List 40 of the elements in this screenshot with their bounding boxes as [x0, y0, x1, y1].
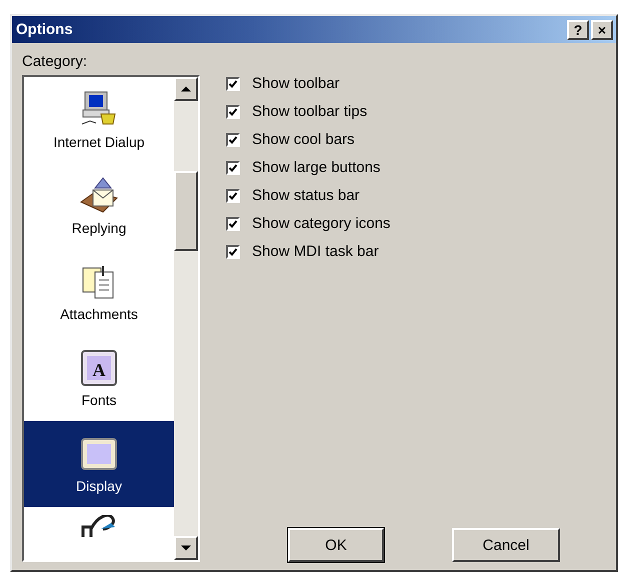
checkbox[interactable] [226, 132, 240, 146]
cancel-button[interactable]: Cancel [452, 528, 560, 562]
category-item[interactable]: Internet Dialup [24, 77, 174, 163]
check-icon [228, 106, 238, 116]
checkbox-label[interactable]: Show category icons [252, 215, 390, 232]
checkbox[interactable] [226, 244, 240, 258]
checkbox-label[interactable]: Show large buttons [252, 159, 380, 176]
checkbox[interactable] [226, 188, 240, 202]
check-icon [228, 190, 238, 200]
checkbox[interactable] [226, 216, 240, 230]
category-label: Category: [22, 53, 88, 70]
scroll-up-button[interactable] [174, 77, 198, 101]
window-title: Options [16, 21, 73, 38]
scroll-thumb[interactable] [174, 171, 198, 251]
category-item[interactable]: Replying [24, 163, 174, 249]
category-item[interactable]: Display [24, 421, 174, 507]
category-item[interactable]: A Fonts [24, 335, 174, 421]
check-icon [228, 78, 238, 88]
checkbox-label[interactable]: Show toolbar [252, 75, 340, 92]
check-icon [228, 134, 238, 144]
checkbox-label[interactable]: Show cool bars [252, 131, 355, 148]
up-arrow-icon [181, 84, 191, 94]
checkbox[interactable] [226, 76, 240, 90]
check-icon [228, 162, 238, 172]
down-arrow-icon [181, 543, 191, 553]
checkbox[interactable] [226, 160, 240, 174]
check-icon [228, 246, 238, 256]
font-icon: A [79, 348, 119, 388]
help-button[interactable]: ? [567, 20, 589, 40]
checkbox-label[interactable]: Show toolbar tips [252, 103, 368, 120]
check-icon [228, 218, 238, 228]
checkbox-label[interactable]: Show MDI task bar [252, 243, 379, 260]
category-item[interactable]: Attachments [24, 249, 174, 335]
scrollbar[interactable] [174, 77, 198, 560]
scroll-down-button[interactable] [174, 536, 198, 560]
pen-icon [81, 515, 117, 539]
checkbox[interactable] [226, 104, 240, 118]
ok-button[interactable]: OK [288, 528, 384, 562]
checkbox-label[interactable]: Show status bar [252, 187, 360, 204]
close-button[interactable]: × [591, 20, 613, 40]
